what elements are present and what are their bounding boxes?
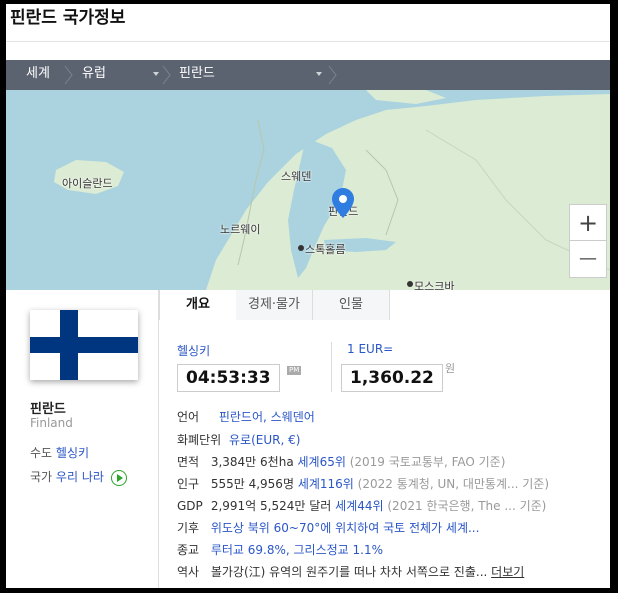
fact-rank[interactable]: 세계65위 xyxy=(298,455,346,469)
map-label-iceland: 아이슬란드 xyxy=(62,177,113,190)
chevron-right-icon xyxy=(328,66,337,84)
zoom-in-button[interactable]: + xyxy=(570,205,606,241)
fact-population: 인구 555만 4,956명 세계116위 (2022 통계청, UN, 대만통… xyxy=(177,475,549,492)
tab-overview[interactable]: 개요 xyxy=(159,290,237,320)
chevron-down-icon[interactable] xyxy=(316,72,322,76)
anthem-link[interactable]: 우리 나라 xyxy=(56,470,104,484)
chevron-down-icon[interactable] xyxy=(153,72,159,76)
breadcrumb-world[interactable]: 세계 xyxy=(26,60,50,90)
local-time-city: 헬싱키 xyxy=(177,344,211,358)
local-time-value: 04:53:33 xyxy=(177,364,280,392)
fact-value[interactable]: 루터교 69.8%, 그리스정교 1.1% xyxy=(211,543,383,557)
country-info-panel: 핀란드 국가정보 세계 유럽 핀란드 아이슬란드 스웨덴 노르웨이 핀란드 스톡… xyxy=(6,4,610,588)
fact-value[interactable]: 유로(EUR, €) xyxy=(229,433,300,447)
fact-value: 3,384만 6천ha xyxy=(210,455,294,469)
fact-value[interactable]: 핀란드어, 스웨덴어 xyxy=(219,410,315,424)
country-summary: 핀란드 Finland 수도 헬싱키 국가 우리 나라 xyxy=(6,290,159,588)
tab-economy[interactable]: 경제·물가 xyxy=(236,290,313,320)
fact-source: (2022 통계청, UN, 대만통계... 기준) xyxy=(357,477,550,491)
map-label-norway: 노르웨이 xyxy=(220,223,261,236)
currency-value: 1,360.22 xyxy=(341,364,443,392)
fact-key: 언어 xyxy=(177,410,200,424)
anthem-label: 국가 xyxy=(30,470,53,484)
map-label-stockholm: 스톡홀름 xyxy=(305,243,346,256)
fact-key: 역사 xyxy=(177,565,200,579)
tab-people[interactable]: 인물 xyxy=(313,290,390,320)
map-zoom-control: + — xyxy=(569,204,607,278)
fact-value: 2,991억 5,524만 달러 xyxy=(210,499,332,513)
fact-area: 면적 3,384만 6천ha 세계65위 (2019 국토교통부, FAO 기준… xyxy=(177,453,505,470)
breadcrumb: 세계 유럽 핀란드 xyxy=(6,60,610,90)
fact-key: 인구 xyxy=(177,477,200,491)
fact-source: (2021 한국은행, The ... 기준) xyxy=(387,499,547,513)
map-label-moscow: 모스크바 xyxy=(414,280,455,290)
page-title: 핀란드 국가정보 xyxy=(10,8,126,28)
fact-gdp: GDP 2,991억 5,524만 달러 세계44위 (2021 한국은행, T… xyxy=(177,497,546,514)
fact-value[interactable]: 위도상 북위 60~70°에 위치하여 국토 전체가 세계... xyxy=(211,521,480,535)
time-period-badge: PM xyxy=(287,366,302,375)
currency-label: 1 EUR= xyxy=(347,342,394,356)
fact-key: 면적 xyxy=(177,455,200,469)
divider xyxy=(331,342,332,392)
fact-climate: 기후 위도상 북위 60~70°에 위치하여 국토 전체가 세계... xyxy=(177,519,479,536)
map-label-sweden: 스웨덴 xyxy=(281,170,312,183)
chevron-right-icon xyxy=(162,66,171,84)
fact-language: 언어 핀란드어, 스웨덴어 xyxy=(177,408,315,425)
play-icon[interactable] xyxy=(110,469,127,486)
zoom-out-button[interactable]: — xyxy=(570,241,606,276)
breadcrumb-continent[interactable]: 유럽 xyxy=(82,60,106,90)
country-map[interactable]: 아이슬란드 스웨덴 노르웨이 핀란드 스톡홀름 모스크바 xyxy=(6,90,610,290)
location-pin-icon xyxy=(332,188,354,218)
fact-source: (2019 국토교통부, FAO 기준) xyxy=(349,455,506,469)
fact-currency: 화폐단위 유로(EUR, €) xyxy=(177,431,300,448)
capital-row: 수도 헬싱키 xyxy=(30,444,89,461)
fact-key: 종교 xyxy=(177,543,200,557)
more-link[interactable]: 더보기 xyxy=(491,565,524,579)
fact-rank[interactable]: 세계44위 xyxy=(335,499,383,513)
breadcrumb-country[interactable]: 핀란드 xyxy=(179,60,215,90)
capital-link[interactable]: 헬싱키 xyxy=(56,446,89,460)
divider xyxy=(6,41,610,42)
country-name-en: Finland xyxy=(30,416,73,430)
fact-religion: 종교 루터교 69.8%, 그리스정교 1.1% xyxy=(177,541,383,558)
capital-label: 수도 xyxy=(30,446,53,460)
anthem-row: 국가 우리 나라 xyxy=(30,468,127,486)
info-tabs: 개요 경제·물가 인물 xyxy=(159,290,610,321)
chevron-right-icon xyxy=(64,66,73,84)
fact-value: 볼가강(江) 유역의 원주기를 떠나 차차 서쪽으로 진출... xyxy=(210,565,488,579)
currency-unit: 원 xyxy=(445,362,456,375)
fact-history: 역사 볼가강(江) 유역의 원주기를 떠나 차차 서쪽으로 진출... 더보기 xyxy=(177,563,524,580)
fact-rank[interactable]: 세계116위 xyxy=(298,477,354,491)
fact-key: 기후 xyxy=(177,521,200,535)
country-name: 핀란드 xyxy=(30,402,66,417)
finland-flag-icon xyxy=(30,310,138,380)
fact-value: 555만 4,956명 xyxy=(210,477,294,491)
fact-key: GDP xyxy=(177,499,203,513)
fact-key: 화폐단위 xyxy=(177,433,222,447)
overview-content: 헬싱키 04:53:33 PM 1 EUR= 1,360.22 원 언어 핀란드… xyxy=(159,320,610,588)
